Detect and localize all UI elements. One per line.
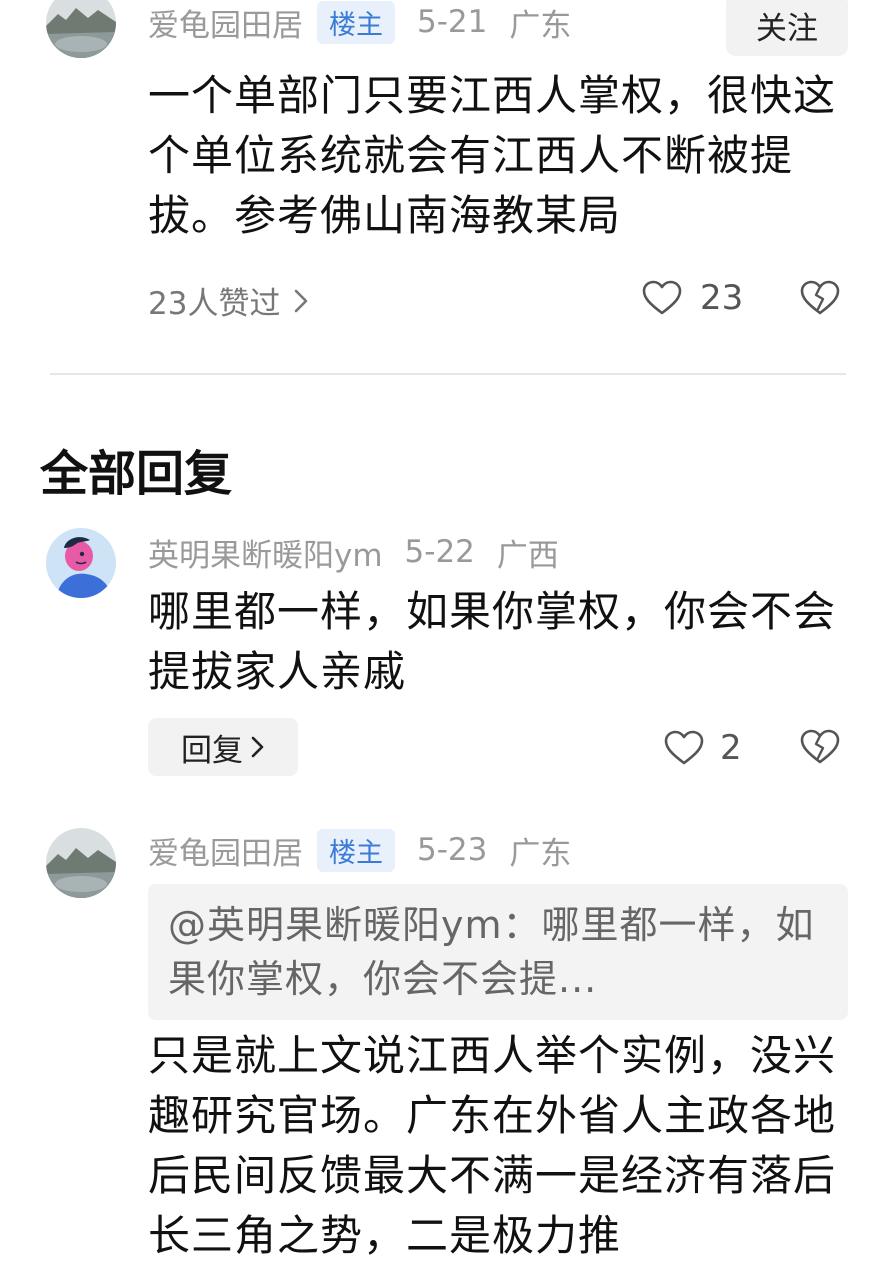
- reply-date: 5-22: [404, 534, 475, 570]
- username[interactable]: 英明果断暖阳ym: [148, 530, 383, 575]
- like-button[interactable]: 23: [642, 278, 743, 318]
- follow-button[interactable]: 关注: [726, 0, 848, 56]
- avatar[interactable]: [46, 0, 116, 58]
- reply-date: 5-23: [417, 832, 488, 868]
- divider: [50, 373, 846, 375]
- username[interactable]: 爱龟园田居: [148, 828, 303, 873]
- avatar[interactable]: [46, 528, 116, 598]
- username[interactable]: 爱龟园田居: [148, 0, 303, 45]
- reply-content: 哪里都一样，如果你掌权，你会不会提拔家人亲戚: [148, 587, 837, 696]
- heart-icon: [642, 280, 682, 315]
- broken-heart-icon[interactable]: [800, 279, 840, 317]
- landscape-avatar-icon: [46, 828, 116, 898]
- reply-content: 只是就上文说江西人举个实例，没兴趣研究官场。广东在外省人主政各地后民间反馈最大不…: [148, 1031, 837, 1260]
- quoted-reply[interactable]: @英明果断暖阳ym：哪里都一样，如果你掌权，你会不会提...: [148, 884, 848, 1020]
- post-date: 5-21: [417, 4, 488, 40]
- chevron-right-icon: [251, 736, 264, 758]
- reply-region: 广东: [509, 835, 572, 872]
- like-count: 2: [720, 728, 742, 768]
- section-title: 全部回复: [40, 446, 233, 502]
- reply-meta: 爱龟园田居 楼主 5-23 广东: [148, 828, 572, 873]
- likes-summary[interactable]: 23人赞过: [148, 278, 308, 323]
- heart-icon: [664, 730, 704, 765]
- broken-heart-icon[interactable]: [800, 728, 840, 766]
- op-badge: 楼主: [317, 828, 395, 872]
- reply-meta: 英明果断暖阳ym 5-22 广西: [148, 530, 559, 575]
- avatar[interactable]: [46, 828, 116, 898]
- reply-button[interactable]: 回复: [148, 718, 298, 776]
- like-count: 23: [700, 278, 744, 318]
- post-content: 一个单部门只要江西人掌权，很快这个单位系统就会有江西人不断被提拔。参考佛山南海教…: [148, 71, 837, 240]
- op-badge: 楼主: [317, 0, 395, 44]
- reply-region: 广西: [496, 537, 559, 574]
- landscape-avatar-icon: [46, 0, 116, 58]
- chevron-right-icon: [295, 289, 308, 312]
- like-button[interactable]: 2: [664, 728, 742, 768]
- post-region: 广东: [509, 7, 572, 44]
- likes-summary-text: 23人赞过: [148, 286, 281, 322]
- post-meta: 爱龟园田居 楼主 5-21 广东: [148, 0, 572, 45]
- reply-button-label: 回复: [181, 732, 243, 769]
- cartoon-avatar-icon: [46, 528, 116, 598]
